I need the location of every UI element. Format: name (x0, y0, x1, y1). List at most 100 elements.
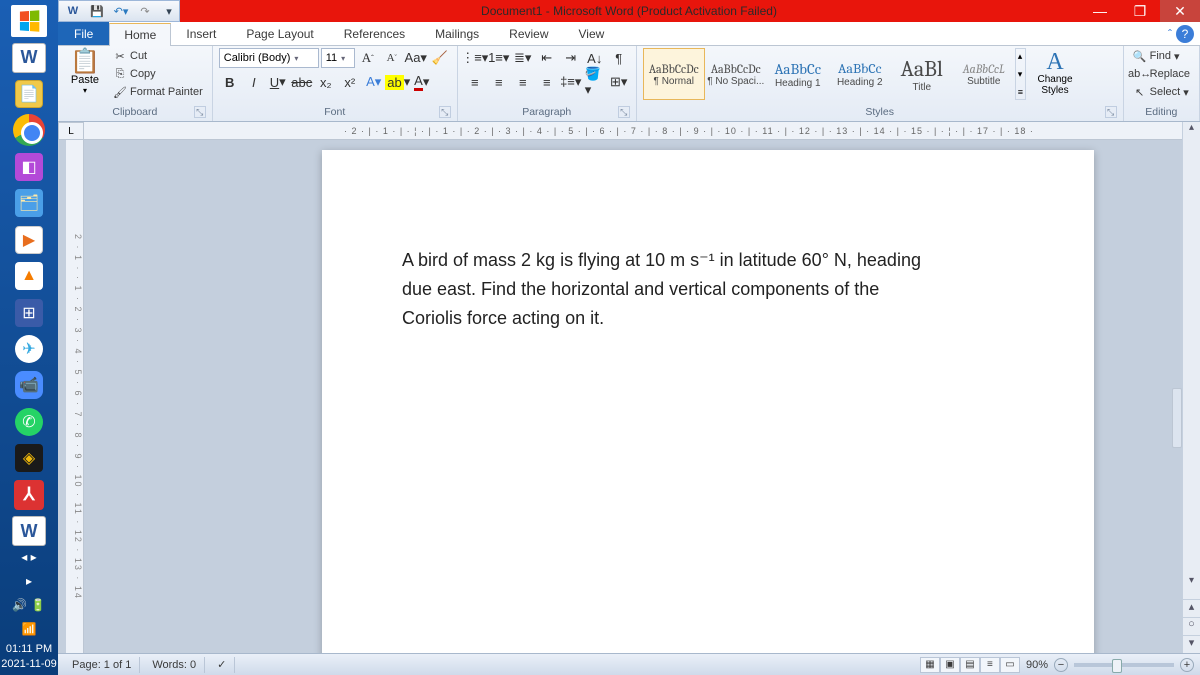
close-button[interactable]: ✕ (1160, 0, 1200, 22)
align-left-button[interactable]: ≡ (464, 72, 486, 92)
tray-row-2[interactable]: ▸ (26, 574, 32, 588)
font-size-combo[interactable]: 11▾ (321, 48, 355, 68)
taskbar-folder-icon[interactable]: 🗂 (5, 186, 53, 220)
qat-save-icon[interactable]: 💾 (87, 2, 107, 20)
cut-button[interactable]: ✂Cut (110, 48, 206, 64)
bullets-button[interactable]: ⋮≡▾ (464, 48, 486, 68)
status-words[interactable]: Words: 0 (144, 657, 205, 673)
tray-volume-icon[interactable]: 🔊 🔋 (12, 598, 45, 612)
tab-home[interactable]: Home (109, 23, 171, 46)
tray-network-icon[interactable]: 📶 (22, 622, 37, 636)
subscript-button[interactable]: x₂ (315, 72, 337, 92)
taskbar-clock[interactable]: 01:11 PM 2021-11-09 (1, 642, 56, 671)
style-subtitle[interactable]: AaBbCcLSubtitle (953, 48, 1015, 100)
italic-button[interactable]: I (243, 72, 265, 92)
clipboard-dialog-launcher[interactable]: ⤡ (194, 106, 206, 118)
prev-page-icon[interactable]: ▴ (1183, 599, 1200, 617)
shading-button[interactable]: 🪣▾ (584, 72, 606, 92)
qat-undo-icon[interactable]: ↶▾ (111, 2, 131, 20)
minimize-button[interactable]: — (1080, 0, 1120, 22)
strikethrough-button[interactable]: abc (291, 72, 313, 92)
style-heading-2[interactable]: AaBbCcHeading 2 (829, 48, 891, 100)
qat-customize-icon[interactable]: ▾ (159, 2, 179, 20)
qat-redo-icon[interactable]: ↷ (135, 2, 155, 20)
increase-indent-button[interactable]: ⇥ (560, 48, 582, 68)
taskbar-vlc-icon[interactable]: ▲ (5, 259, 53, 293)
view-outline[interactable]: ≡ (980, 657, 1000, 673)
zoom-in-button[interactable]: + (1180, 658, 1194, 672)
taskbar-chrome-icon[interactable] (5, 113, 53, 147)
show-marks-button[interactable]: ¶ (608, 48, 630, 68)
superscript-button[interactable]: x² (339, 72, 361, 92)
style-title[interactable]: AaBlTitle (891, 48, 953, 100)
grow-font-button[interactable]: Aˆ (357, 48, 379, 68)
view-full-screen[interactable]: ▣ (940, 657, 960, 673)
ribbon-minimize-icon[interactable]: ˆ (1168, 27, 1172, 41)
styles-expand[interactable]: ▴▾≡ (1015, 48, 1026, 100)
align-center-button[interactable]: ≡ (488, 72, 510, 92)
start-button[interactable] (5, 4, 53, 38)
styles-dialog-launcher[interactable]: ⤡ (1105, 106, 1117, 118)
select-button[interactable]: ↖Select ▾ (1130, 84, 1192, 100)
shrink-font-button[interactable]: Aˇ (381, 48, 403, 68)
qat-word-icon[interactable]: W (63, 2, 83, 20)
zoom-slider[interactable] (1074, 663, 1174, 667)
clear-formatting-button[interactable]: 🧹 (429, 48, 451, 68)
taskbar-word-icon[interactable]: W (5, 40, 53, 74)
taskbar-media-icon[interactable]: ▶ (5, 223, 53, 257)
tab-insert[interactable]: Insert (171, 22, 231, 45)
collapsed-panel-handle[interactable] (1172, 388, 1182, 448)
change-styles-button[interactable]: AChange Styles (1030, 48, 1080, 96)
taskbar-binance-icon[interactable]: ◈ (5, 441, 53, 475)
tab-file[interactable]: File (58, 22, 109, 45)
numbering-button[interactable]: 1≡▾ (488, 48, 510, 68)
replace-button[interactable]: ab↔Replace (1130, 66, 1193, 82)
find-button[interactable]: 🔍Find ▾ (1130, 48, 1183, 64)
tab-selector[interactable]: L (58, 122, 84, 140)
paste-button[interactable]: 📋Paste▾ (64, 48, 106, 95)
scroll-down-icon[interactable]: ▾ (1183, 575, 1200, 593)
font-color-button[interactable]: A▾ (411, 72, 433, 92)
document-page[interactable]: A bird of mass 2 kg is flying at 10 m s⁻… (322, 150, 1094, 653)
style-heading-1[interactable]: AaBbCcHeading 1 (767, 48, 829, 100)
format-painter-button[interactable]: 🖌Format Painter (110, 84, 206, 100)
view-draft[interactable]: ▭ (1000, 657, 1020, 673)
taskbar-explorer-icon[interactable]: 📄 (5, 77, 53, 111)
style-no-spacing[interactable]: AaBbCcDc¶ No Spaci... (705, 48, 767, 100)
tab-view[interactable]: View (564, 22, 620, 45)
status-proofing-icon[interactable]: ✓ (209, 657, 235, 673)
help-icon[interactable]: ? (1176, 25, 1194, 43)
font-dialog-launcher[interactable]: ⤡ (439, 106, 451, 118)
vertical-ruler[interactable]: 2 · 1 · · 1 · 2 · 3 · 4 · 5 · 6 · 7 · 8 … (66, 140, 84, 653)
highlight-button[interactable]: ab▾ (387, 72, 409, 92)
next-page-icon[interactable]: ▾ (1183, 635, 1200, 653)
horizontal-ruler[interactable]: · 2 · | · 1 · | · ¦ · | · 1 · | · 2 · | … (84, 122, 1182, 140)
line-spacing-button[interactable]: ‡≡▾ (560, 72, 582, 92)
bold-button[interactable]: B (219, 72, 241, 92)
font-family-combo[interactable]: Calibri (Body)▾ (219, 48, 319, 68)
view-print-layout[interactable]: ▦ (920, 657, 940, 673)
borders-button[interactable]: ⊞▾ (608, 72, 630, 92)
tab-mailings[interactable]: Mailings (420, 22, 494, 45)
underline-button[interactable]: U▾ (267, 72, 289, 92)
paragraph-dialog-launcher[interactable]: ⤡ (618, 106, 630, 118)
tray-row-1[interactable]: ◂ ▸ (21, 550, 36, 564)
align-right-button[interactable]: ≡ (512, 72, 534, 92)
multilevel-button[interactable]: ≣▾ (512, 48, 534, 68)
taskbar-telegram-icon[interactable]: ✈ (5, 332, 53, 366)
tab-page-layout[interactable]: Page Layout (231, 22, 328, 45)
change-case-button[interactable]: Aa▾ (405, 48, 427, 68)
style-normal[interactable]: AaBbCcDc¶ Normal (643, 48, 705, 100)
tab-references[interactable]: References (329, 22, 420, 45)
sort-button[interactable]: A↓ (584, 48, 606, 68)
text-effects-button[interactable]: A▾ (363, 72, 385, 92)
zoom-level[interactable]: 90% (1026, 659, 1048, 671)
status-page[interactable]: Page: 1 of 1 (64, 657, 140, 673)
vertical-scrollbar[interactable]: ▴ ▾ ▴ ○ ▾ (1182, 122, 1200, 653)
decrease-indent-button[interactable]: ⇤ (536, 48, 558, 68)
scroll-up-icon[interactable]: ▴ (1183, 122, 1200, 140)
taskbar-app-icon-1[interactable]: ◧ (5, 150, 53, 184)
document-body-text[interactable]: A bird of mass 2 kg is flying at 10 m s⁻… (402, 246, 922, 332)
justify-button[interactable]: ≡ (536, 72, 558, 92)
system-tray[interactable]: ◂ ▸ ▸ 🔊 🔋 📶 (12, 550, 45, 636)
